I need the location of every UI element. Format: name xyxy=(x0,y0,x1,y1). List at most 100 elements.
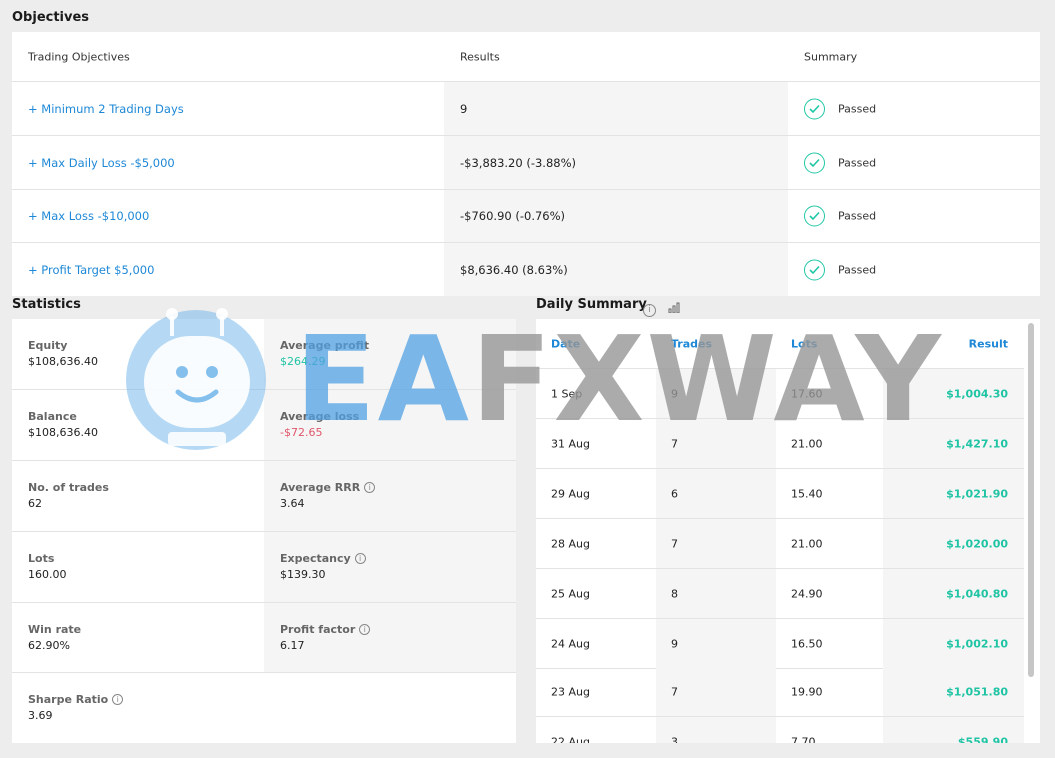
cell-trades: 3 xyxy=(671,735,678,743)
stat-label-average-rrr: Average RRR i xyxy=(280,481,376,494)
summary-status: Passed xyxy=(838,156,877,169)
info-icon[interactable]: i xyxy=(354,553,366,564)
header-date[interactable]: Date xyxy=(551,337,580,350)
cell-date: 1 Sep xyxy=(551,387,583,400)
stat-value-equity: $108,636.40 xyxy=(28,355,98,368)
cell-date: 24 Aug xyxy=(551,637,590,650)
cell-trades: 6 xyxy=(671,487,678,500)
objective-row: + Max Loss -$10,000 -$760.90 (-0.76%) Pa… xyxy=(12,190,1040,243)
objective-link-min-trading-days[interactable]: + Minimum 2 Trading Days xyxy=(28,102,184,116)
cell-trades: 7 xyxy=(671,537,678,550)
cell-lots: 15.40 xyxy=(791,487,823,500)
cell-date: 25 Aug xyxy=(551,587,590,600)
stat-label-lots: Lots xyxy=(28,552,55,565)
objective-result: $8,636.40 (8.63%) xyxy=(460,262,568,277)
objective-link-max-daily-loss[interactable]: + Max Daily Loss -$5,000 xyxy=(28,156,175,170)
cell-trades: 9 xyxy=(671,387,678,400)
header-trading-objectives: Trading Objectives xyxy=(28,50,130,63)
header-lots[interactable]: Lots xyxy=(791,337,817,350)
objective-result: 9 xyxy=(460,101,468,116)
cell-date: 31 Aug xyxy=(551,437,590,450)
info-icon[interactable]: i xyxy=(643,304,656,317)
objective-row: + Profit Target $5,000 $8,636.40 (8.63%)… xyxy=(12,243,1040,296)
cell-trades: 8 xyxy=(671,587,678,600)
cell-result: $1,427.10 xyxy=(946,437,1008,450)
header-result[interactable]: Result xyxy=(969,337,1008,350)
stat-row: No. of trades 62 Average RRR i 3.64 xyxy=(12,461,516,532)
summary-status: Passed xyxy=(838,209,877,223)
table-row: 24 Aug 9 16.50 $1,002.10 xyxy=(536,619,1024,669)
check-circle-icon xyxy=(804,205,825,227)
scrollbar[interactable] xyxy=(1028,323,1034,677)
cell-date: 29 Aug xyxy=(551,487,590,500)
table-row: 28 Aug 7 21.00 $1,020.00 xyxy=(536,519,1024,569)
stat-row: Equity $108,636.40 Average profit $264.2… xyxy=(12,319,516,390)
cell-lots: 24.90 xyxy=(791,587,823,600)
objective-link-max-loss[interactable]: + Max Loss -$10,000 xyxy=(28,209,149,223)
header-summary: Summary xyxy=(804,50,858,63)
table-row: 29 Aug 6 15.40 $1,021.90 xyxy=(536,469,1024,519)
objective-result: -$3,883.20 (-3.88%) xyxy=(460,155,576,170)
cell-lots: 21.00 xyxy=(791,537,823,550)
cell-result: $1,051.80 xyxy=(946,685,1008,698)
table-row: 23 Aug 7 19.90 $1,051.80 xyxy=(536,667,1024,717)
objective-row: + Max Daily Loss -$5,000 -$3,883.20 (-3.… xyxy=(12,136,1040,190)
cell-trades: 7 xyxy=(671,685,678,698)
stat-value-win-rate: 62.90% xyxy=(28,639,70,652)
cell-result: $1,021.90 xyxy=(946,487,1008,500)
daily-summary-table: Date Trades Lots Result 1 Sep 9 17.60 $1… xyxy=(536,319,1040,743)
check-circle-icon xyxy=(804,152,825,173)
check-circle-icon xyxy=(804,98,825,119)
table-row: 31 Aug 7 21.00 $1,427.10 xyxy=(536,419,1024,469)
stat-label-profit-factor: Profit factor i xyxy=(280,623,371,636)
stat-value-average-profit: $264.29 xyxy=(280,355,326,368)
stat-label-win-rate: Win rate xyxy=(28,623,82,636)
daily-summary-title: Daily Summary xyxy=(536,297,647,312)
stat-value-average-rrr: 3.64 xyxy=(280,497,305,510)
stat-row: Lots 160.00 Expectancy i $139.30 xyxy=(12,532,516,603)
stat-value-expectancy: $139.30 xyxy=(280,568,326,581)
stat-label-text: Sharpe Ratio xyxy=(28,693,109,706)
stat-value-profit-factor: 6.17 xyxy=(280,639,305,652)
cell-lots: 7.70 xyxy=(791,735,816,743)
stat-label-equity: Equity xyxy=(28,339,68,352)
stat-label-expectancy: Expectancy i xyxy=(280,552,366,565)
cell-result: $559.90 xyxy=(957,735,1008,743)
check-circle-icon xyxy=(804,259,825,280)
daily-header-row: Date Trades Lots Result xyxy=(536,319,1024,369)
cell-lots: 16.50 xyxy=(791,637,823,650)
stat-label-average-profit: Average profit xyxy=(280,339,370,352)
daily-summary-icons: i xyxy=(643,298,680,317)
objective-result: -$760.90 (-0.76%) xyxy=(460,209,566,223)
bar-chart-icon[interactable] xyxy=(668,302,680,314)
objectives-table: Trading Objectives Results Summary + Min… xyxy=(12,32,1040,296)
stat-label-balance: Balance xyxy=(28,410,77,423)
cell-date: 28 Aug xyxy=(551,537,590,550)
info-icon[interactable]: i xyxy=(359,624,371,635)
table-row: 25 Aug 8 24.90 $1,040.80 xyxy=(536,569,1024,619)
summary-status: Passed xyxy=(838,263,877,276)
stat-value-no-of-trades: 62 xyxy=(28,497,42,510)
objective-row: + Minimum 2 Trading Days 9 Passed xyxy=(12,82,1040,136)
table-row: 1 Sep 9 17.60 $1,004.30 xyxy=(536,369,1024,419)
cell-lots: 21.00 xyxy=(791,437,823,450)
stat-label-average-loss: Average loss xyxy=(280,410,360,423)
cell-lots: 17.60 xyxy=(791,387,823,400)
stat-label-text: Profit factor xyxy=(280,623,356,636)
stat-row: Balance $108,636.40 Average loss -$72.65 xyxy=(12,390,516,461)
cell-trades: 7 xyxy=(671,437,678,450)
cell-result: $1,040.80 xyxy=(946,587,1008,600)
summary-status: Passed xyxy=(838,102,877,115)
header-trades[interactable]: Trades xyxy=(671,337,712,350)
cell-result: $1,004.30 xyxy=(946,387,1008,400)
statistics-title: Statistics xyxy=(12,297,81,312)
stat-row: Win rate 62.90% Profit factor i 6.17 xyxy=(12,603,516,673)
stat-label-text: Average RRR xyxy=(280,481,361,494)
objectives-title: Objectives xyxy=(12,10,90,25)
info-icon[interactable]: i xyxy=(112,694,124,705)
cell-result: $1,002.10 xyxy=(946,637,1008,650)
info-icon[interactable]: i xyxy=(364,482,376,493)
objective-link-profit-target[interactable]: + Profit Target $5,000 xyxy=(28,263,154,277)
statistics-panel: Equity $108,636.40 Average profit $264.2… xyxy=(12,319,516,743)
stat-label-sharpe-ratio: Sharpe Ratio i xyxy=(28,693,124,706)
